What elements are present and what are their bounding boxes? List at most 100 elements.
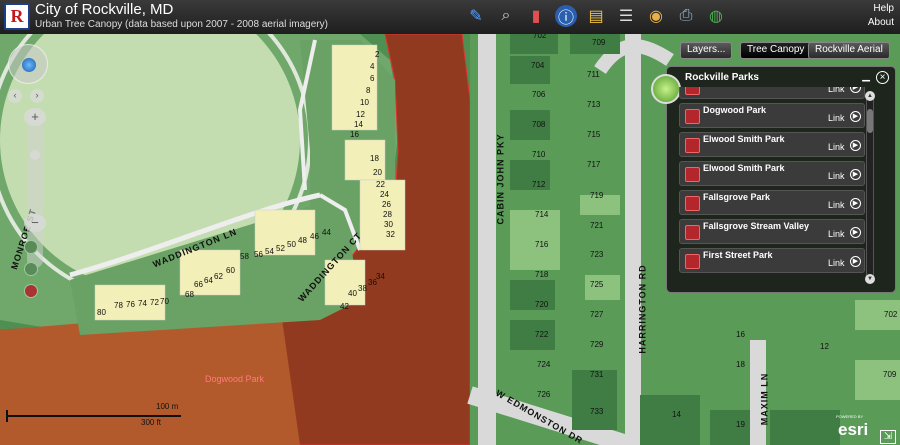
stop-icon[interactable] bbox=[24, 284, 38, 298]
locate-icon[interactable] bbox=[24, 262, 38, 276]
lot-number: 709 bbox=[592, 38, 606, 47]
lot-number: 14 bbox=[354, 120, 363, 129]
app-subtitle: Urban Tree Canopy (data based upon 2007 … bbox=[35, 19, 328, 30]
lot-number: 12 bbox=[356, 110, 365, 119]
lot-number: 721 bbox=[590, 221, 604, 230]
lot-number: 48 bbox=[298, 236, 307, 245]
rockville-aerial-button[interactable]: Rockville Aerial bbox=[808, 42, 890, 59]
folder-icon[interactable]: ▤ bbox=[585, 5, 607, 27]
parks-list: Link ▶ Dogwood Park Link ▶ Elwood Smith … bbox=[679, 87, 865, 287]
globe-icon[interactable]: ◍ bbox=[705, 5, 727, 27]
list-item[interactable]: First Street Park Link ▶ bbox=[679, 248, 865, 273]
lot-number: 715 bbox=[587, 130, 601, 139]
park-name: Fallsgrove Stream Valley bbox=[703, 221, 810, 231]
park-label: Dogwood Park bbox=[205, 374, 265, 384]
lot-number: 723 bbox=[590, 250, 604, 259]
previous-extent-button[interactable]: ‹ bbox=[8, 89, 22, 103]
park-link[interactable]: Link bbox=[828, 87, 845, 94]
park-link[interactable]: Link bbox=[828, 200, 845, 210]
zoom-in-button[interactable]: + bbox=[24, 108, 46, 126]
next-extent-button[interactable]: › bbox=[30, 89, 44, 103]
close-icon[interactable]: × bbox=[876, 71, 889, 84]
park-link[interactable]: Link bbox=[828, 229, 845, 239]
lot-number: 8 bbox=[366, 86, 371, 95]
zoom-out-button[interactable]: − bbox=[24, 214, 46, 232]
lot-number: 74 bbox=[138, 299, 147, 308]
lot-number: 76 bbox=[126, 300, 135, 309]
lot-number: 719 bbox=[590, 191, 604, 200]
lot-number: 66 bbox=[194, 280, 203, 289]
lot-number: 78 bbox=[114, 301, 123, 310]
list-item[interactable]: Elwood Smith Park Link ▶ bbox=[679, 161, 865, 186]
arrow-right-icon[interactable]: ▶ bbox=[850, 227, 861, 238]
lot-number: 725 bbox=[590, 280, 604, 289]
lot-number: 726 bbox=[537, 390, 551, 399]
park-marker-icon bbox=[685, 87, 700, 95]
lot-number: 34 bbox=[376, 272, 385, 281]
park-link[interactable]: Link bbox=[828, 142, 845, 152]
park-link[interactable]: Link bbox=[828, 258, 845, 268]
park-marker-icon bbox=[685, 225, 700, 240]
park-name: Fallsgrove Park bbox=[703, 192, 771, 202]
lot-number: 30 bbox=[384, 220, 393, 229]
lot-number: 24 bbox=[380, 190, 389, 199]
tree-canopy-button[interactable]: Tree Canopy bbox=[740, 42, 812, 59]
park-link[interactable]: Link bbox=[828, 171, 845, 181]
list-item[interactable]: Fallsgrove Stream Valley Link ▶ bbox=[679, 219, 865, 244]
esri-logo: esri bbox=[838, 420, 869, 439]
lot-number: 16 bbox=[736, 330, 745, 339]
lot-number: 19 bbox=[736, 420, 745, 429]
list-item[interactable]: Link ▶ bbox=[679, 87, 865, 99]
expand-icon[interactable]: ⇲ bbox=[880, 430, 896, 444]
park-name: Elwood Smith Park bbox=[703, 163, 785, 173]
park-marker-icon bbox=[685, 196, 700, 211]
lot-number: 32 bbox=[386, 230, 395, 239]
panel-scrollbar[interactable]: ▲ ▼ bbox=[865, 91, 875, 284]
minimize-icon[interactable]: ▁ bbox=[862, 71, 870, 82]
bookmark-icon[interactable]: ▮ bbox=[525, 5, 547, 27]
zoom-thumb[interactable] bbox=[30, 150, 40, 160]
draw-icon[interactable]: ✎ bbox=[465, 5, 487, 27]
pan-control[interactable] bbox=[8, 44, 48, 84]
scroll-down-icon[interactable]: ▼ bbox=[865, 274, 875, 284]
arrow-right-icon[interactable]: ▶ bbox=[850, 198, 861, 209]
arrow-right-icon[interactable]: ▶ bbox=[850, 256, 861, 267]
list-item[interactable]: Dogwood Park Link ▶ bbox=[679, 103, 865, 128]
lot-number: 702 bbox=[533, 34, 547, 40]
lot-number: 14 bbox=[672, 410, 681, 419]
scale-imperial: 300 ft bbox=[141, 418, 162, 427]
palette-icon[interactable]: ◉ bbox=[645, 5, 667, 27]
layers-button[interactable]: Layers... bbox=[680, 42, 733, 59]
lot-number: 733 bbox=[590, 407, 604, 416]
lot-number: 720 bbox=[535, 300, 549, 309]
binoculars-icon[interactable]: ⌕ bbox=[495, 5, 517, 27]
info-icon[interactable]: ⓘ bbox=[555, 5, 577, 27]
pan-hand-icon[interactable] bbox=[24, 240, 38, 254]
arrow-right-icon[interactable]: ▶ bbox=[850, 111, 861, 122]
lot-number: 52 bbox=[276, 244, 285, 253]
arrow-right-icon[interactable]: ▶ bbox=[850, 140, 861, 151]
lot-number: 711 bbox=[587, 70, 600, 79]
about-link[interactable]: About bbox=[868, 16, 894, 30]
street-label: CABIN JOHN PKY bbox=[495, 133, 506, 225]
lot-number: 40 bbox=[348, 289, 357, 298]
lot-number: 712 bbox=[532, 180, 546, 189]
print-icon[interactable]: ⎙ bbox=[675, 5, 697, 27]
globe-icon[interactable] bbox=[22, 58, 36, 72]
lot-number: 64 bbox=[204, 276, 213, 285]
list-item[interactable]: Elwood Smith Park Link ▶ bbox=[679, 132, 865, 157]
lot-number: 60 bbox=[226, 266, 235, 275]
toolbar: ✎ ⌕ ▮ ⓘ ▤ ☰ ◉ ⎙ ◍ bbox=[465, 5, 727, 27]
help-link[interactable]: Help bbox=[868, 2, 894, 16]
lot-number: 727 bbox=[590, 310, 604, 319]
list-icon[interactable]: ☰ bbox=[615, 5, 637, 27]
park-link[interactable]: Link bbox=[828, 113, 845, 123]
lot-number: 722 bbox=[535, 330, 549, 339]
lot-number: 12 bbox=[820, 342, 829, 351]
park-marker-icon bbox=[685, 254, 700, 269]
scroll-thumb[interactable] bbox=[867, 109, 873, 133]
scroll-up-icon[interactable]: ▲ bbox=[865, 91, 875, 101]
list-item[interactable]: Fallsgrove Park Link ▶ bbox=[679, 190, 865, 215]
arrow-right-icon[interactable]: ▶ bbox=[850, 169, 861, 180]
arrow-right-icon[interactable]: ▶ bbox=[850, 87, 861, 93]
